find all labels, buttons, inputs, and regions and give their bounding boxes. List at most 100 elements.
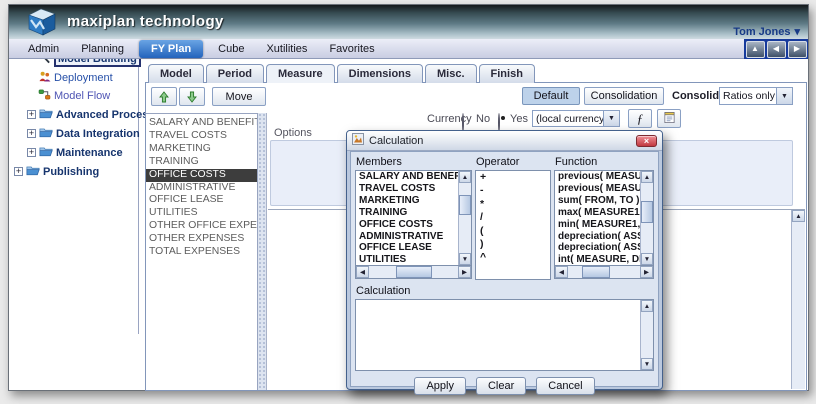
menu-item-xutilities[interactable]: Xutilities [255,40,318,58]
scroll-left-button[interactable]: ◀ [555,266,568,278]
consolidation-option-select[interactable]: Ratios only ▼ [719,87,793,105]
tree-node-model-flow[interactable]: Model Flow [38,89,136,103]
measure-item[interactable]: ADMINISTRATIVE [146,182,257,195]
measure-item[interactable]: TRAINING [146,156,257,169]
function-button[interactable]: ƒ [628,109,652,128]
member-item[interactable]: SALARY AND BENEFITS [356,171,458,183]
measure-item[interactable]: MARKETING [146,143,257,156]
scroll-down-button[interactable]: ▼ [641,358,653,370]
move-up-button[interactable] [151,87,177,106]
notes-button[interactable] [657,109,681,128]
members-horizontal-scrollbar[interactable]: ◀ ▶ [355,266,472,279]
scroll-thumb[interactable] [396,266,432,278]
scroll-up-button[interactable]: ▲ [641,171,653,183]
scroll-left-button[interactable]: ◀ [356,266,369,278]
function-item[interactable]: depreciation( ASSET, LIFE [555,231,640,243]
scroll-thumb[interactable] [582,266,610,278]
nav-back-button[interactable]: ◀ [767,41,786,58]
function-item[interactable]: previous( MEASURE, PERIO [555,183,640,195]
operator-item[interactable]: ) [476,238,550,251]
menu-item-admin[interactable]: Admin [17,40,70,58]
scroll-up-button[interactable]: ▲ [792,210,805,222]
member-item[interactable]: OFFICE COSTS [356,219,458,231]
member-item[interactable]: ADMINISTRATIVE [356,231,458,243]
tree-node-advanced-processing[interactable]: + Advanced Processing [27,107,136,122]
nav-forward-button[interactable]: ▶ [788,41,807,58]
user-menu[interactable]: Tom Jones ▾ [733,25,800,38]
member-item[interactable]: MARKETING [356,195,458,207]
expand-icon[interactable]: + [27,129,36,138]
scroll-down-button[interactable]: ▼ [459,253,471,265]
scroll-up-button[interactable]: ▲ [459,171,471,183]
measure-item[interactable]: TOTAL EXPENSES [146,246,257,259]
scroll-thumb[interactable] [459,195,471,215]
measure-item[interactable]: UTILITIES [146,207,257,220]
scroll-track[interactable] [369,266,458,278]
measure-item[interactable]: OTHER EXPENSES [146,233,257,246]
member-item[interactable]: TRAVEL COSTS [356,183,458,195]
scroll-right-button[interactable]: ▶ [458,266,471,278]
calculation-textarea[interactable]: ▲ ▼ [355,299,654,371]
operator-item[interactable]: - [476,184,550,197]
member-item[interactable]: OFFICE LEASE [356,242,458,254]
currency-select[interactable]: (local currency) ▼ [532,110,620,127]
function-item[interactable]: min( MEASURE1, MEASURE [555,219,640,231]
member-item[interactable]: TRAINING [356,207,458,219]
operator-item[interactable]: ^ [476,251,550,264]
chevron-down-icon[interactable]: ▼ [776,88,792,104]
apply-button[interactable]: Apply [414,377,466,395]
tab-dimensions[interactable]: Dimensions [337,64,423,83]
menu-item-planning[interactable]: Planning [70,40,135,58]
nav-up-button[interactable]: ▲ [746,41,765,58]
close-button[interactable]: × [636,135,657,147]
function-item[interactable]: max( MEASURE1, MEASUR [555,207,640,219]
default-button[interactable]: Default [522,87,580,105]
detail-scrollbar[interactable]: ▲ [791,210,805,389]
operator-item[interactable]: + [476,171,550,184]
scroll-up-button[interactable]: ▲ [641,300,653,312]
measure-item[interactable]: SALARY AND BENEFITS [146,117,257,130]
function-item[interactable]: depreciation( ASSET, LIFE [555,242,640,254]
expand-icon[interactable]: + [27,110,36,119]
calculation-scrollbar[interactable]: ▲ ▼ [640,300,653,370]
operator-item[interactable]: / [476,211,550,224]
clear-button[interactable]: Clear [476,377,526,395]
scroll-track[interactable] [568,266,640,278]
operator-item[interactable]: ( [476,225,550,238]
function-item[interactable]: sum( FROM, TO ) [555,195,640,207]
operator-item[interactable]: * [476,198,550,211]
cancel-button[interactable]: Cancel [536,377,594,395]
measure-item[interactable]: OTHER OFFICE EXPENSES [146,220,257,233]
scroll-thumb[interactable] [641,201,653,223]
function-horizontal-scrollbar[interactable]: ◀ ▶ [554,266,654,279]
tree-node-maintenance[interactable]: + Maintenance [27,145,136,160]
currency-yes-label[interactable]: Yes [510,113,528,125]
members-vertical-scrollbar[interactable]: ▲ ▼ [458,171,471,265]
expand-icon[interactable]: + [27,148,36,157]
dialog-titlebar[interactable]: Calculation × [347,131,662,151]
menu-item-cube[interactable]: Cube [207,40,255,58]
function-item[interactable]: int( MEASURE, DECIMAL_ [555,254,640,266]
currency-no-label[interactable]: No [476,113,490,125]
measure-item[interactable]: OFFICE LEASE [146,194,257,207]
move-button[interactable]: Move [212,87,266,106]
scroll-down-button[interactable]: ▼ [641,253,653,265]
function-vertical-scrollbar[interactable]: ▲ ▼ [640,171,653,265]
tab-finish[interactable]: Finish [479,64,535,83]
measure-item-selected[interactable]: OFFICE COSTS [146,169,257,182]
chevron-down-icon[interactable]: ▼ [603,111,619,126]
member-item[interactable]: UTILITIES [356,254,458,266]
tree-node-data-integration[interactable]: + Data Integration [27,126,136,141]
measure-item[interactable]: TRAVEL COSTS [146,130,257,143]
expand-icon[interactable]: + [14,167,23,176]
tree-node-deployment[interactable]: Deployment [38,71,136,85]
tab-period[interactable]: Period [206,64,264,83]
menu-item-fy-plan[interactable]: FY Plan [139,40,203,58]
move-down-button[interactable] [179,87,205,106]
function-item[interactable]: previous( MEASURE ) [555,171,640,183]
consolidation-button[interactable]: Consolidation [584,87,664,105]
measures-list-scrollbar[interactable] [258,113,267,390]
scroll-right-button[interactable]: ▶ [640,266,653,278]
tree-node-publishing[interactable]: + Publishing [14,164,136,179]
tab-measure[interactable]: Measure [266,64,335,83]
